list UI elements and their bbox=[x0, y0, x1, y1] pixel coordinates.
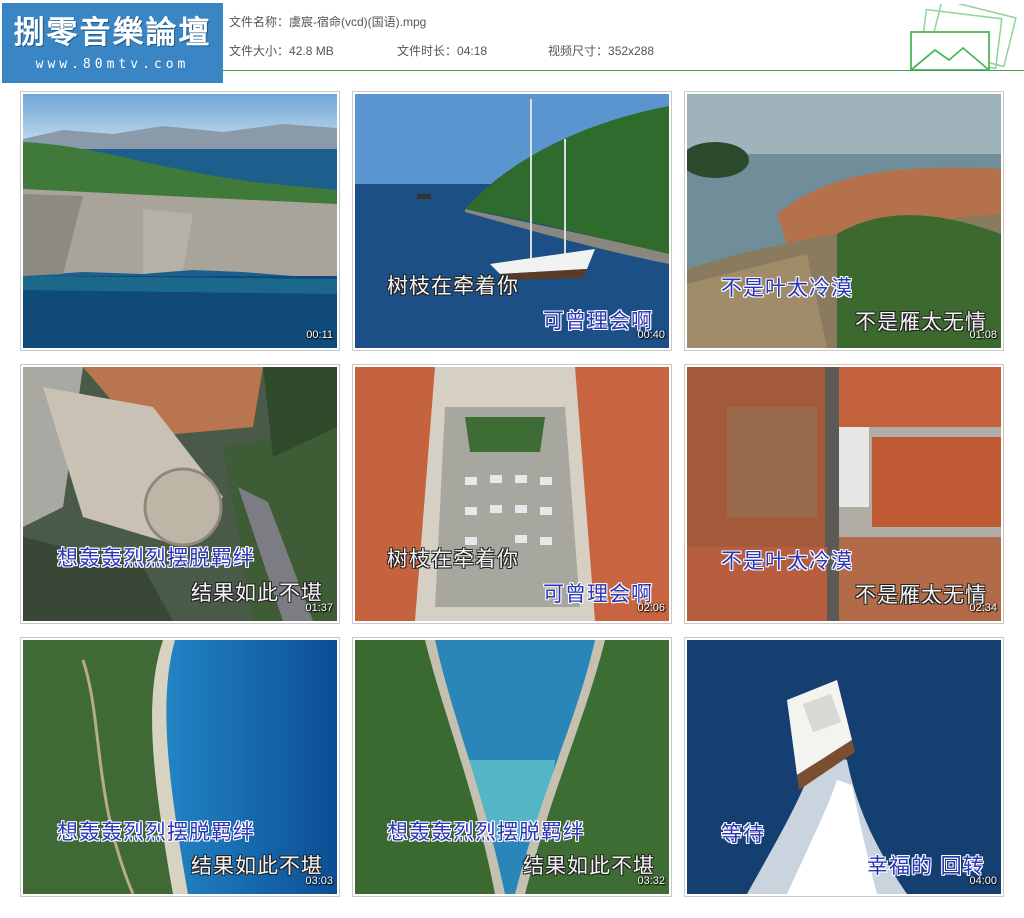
file-size-label: 文件大小： bbox=[229, 44, 290, 58]
logo-url: www.80mtv.com bbox=[35, 56, 190, 72]
video-frame: 想轰轰烈烈摆脱羁绊 结果如此不堪 01:37 bbox=[23, 367, 337, 621]
lyric-line-1: 想轰轰烈烈摆脱羁绊 bbox=[57, 820, 255, 844]
thumbnail-2[interactable]: 树枝在牵着你 可曾理会啊 00:40 bbox=[352, 91, 672, 351]
thumbnail-1[interactable]: 00:11 bbox=[20, 91, 340, 351]
lyric-line-2: 结果如此不堪 bbox=[191, 854, 323, 878]
lyric-line-1: 想轰轰烈烈摆脱羁绊 bbox=[57, 546, 255, 570]
thumbnail-4[interactable]: 想轰轰烈烈摆脱羁绊 结果如此不堪 01:37 bbox=[20, 364, 340, 624]
lyric-line-2: 幸福的 回转 bbox=[867, 854, 985, 878]
thumbnail-8[interactable]: 想轰轰烈烈摆脱羁绊 结果如此不堪 03:32 bbox=[352, 637, 672, 897]
logo-title: 捌零音樂論壇 bbox=[13, 14, 212, 51]
lyric-line-1: 不是叶太冷漠 bbox=[721, 549, 853, 573]
timestamp: 01:37 bbox=[305, 602, 333, 614]
timestamp: 02:06 bbox=[637, 602, 665, 614]
scene-image bbox=[23, 94, 337, 348]
timestamp: 04:00 bbox=[969, 875, 997, 887]
lyric-line-1: 树枝在牵着你 bbox=[387, 274, 519, 298]
lyric-line-2: 结果如此不堪 bbox=[523, 854, 655, 878]
timestamp: 01:08 bbox=[969, 329, 997, 341]
picture-frames-icon bbox=[910, 4, 1017, 71]
video-frame: 想轰轰烈烈摆脱羁绊 结果如此不堪 03:03 bbox=[23, 640, 337, 894]
site-logo: 捌零音樂論壇 www.80mtv.com bbox=[2, 3, 223, 83]
dimensions-value: 352x288 bbox=[608, 44, 655, 58]
duration-info: 文件时长：04:18 bbox=[397, 42, 487, 59]
file-name-info: 文件名称：虞宸-宿命(vcd)(国语).mpg bbox=[229, 13, 426, 30]
lyric-line-1: 树枝在牵着你 bbox=[387, 547, 519, 571]
video-frame: 等待 幸福的 回转 04:00 bbox=[687, 640, 1001, 894]
duration-value: 04:18 bbox=[457, 44, 488, 58]
lyric-line-1: 等待 bbox=[721, 822, 765, 846]
video-frame: 树枝在牵着你 可曾理会啊 00:40 bbox=[355, 94, 669, 348]
video-frame: 树枝在牵着你 可曾理会啊 02:06 bbox=[355, 367, 669, 621]
file-name-label: 文件名称： bbox=[229, 15, 290, 29]
duration-label: 文件时长： bbox=[397, 44, 458, 58]
thumbnail-6[interactable]: 不是叶太冷漠 不是雁太无情 02:34 bbox=[684, 364, 1004, 624]
file-size-info: 文件大小：42.8 MB bbox=[229, 42, 334, 59]
video-frame: 00:11 bbox=[23, 94, 337, 348]
file-name-value: 虞宸-宿命(vcd)(国语).mpg bbox=[289, 15, 427, 29]
thumbnail-5[interactable]: 树枝在牵着你 可曾理会啊 02:06 bbox=[352, 364, 672, 624]
lyric-line-2: 不是雁太无情 bbox=[855, 310, 987, 334]
timestamp: 00:11 bbox=[306, 329, 333, 341]
lyric-line-2: 结果如此不堪 bbox=[191, 581, 323, 605]
lyric-line-1: 想轰轰烈烈摆脱羁绊 bbox=[387, 820, 585, 844]
dimensions-label: 视频尺寸： bbox=[548, 44, 609, 58]
timestamp: 03:32 bbox=[637, 875, 665, 887]
lyric-line-1: 不是叶太冷漠 bbox=[721, 276, 853, 300]
timestamp: 02:34 bbox=[969, 602, 997, 614]
video-frame: 不是叶太冷漠 不是雁太无情 01:08 bbox=[687, 94, 1001, 348]
thumbnail-3[interactable]: 不是叶太冷漠 不是雁太无情 01:08 bbox=[684, 91, 1004, 351]
header-divider bbox=[223, 70, 1024, 71]
timestamp: 03:03 bbox=[305, 875, 333, 887]
video-frame: 不是叶太冷漠 不是雁太无情 02:34 bbox=[687, 367, 1001, 621]
thumbnail-7[interactable]: 想轰轰烈烈摆脱羁绊 结果如此不堪 03:03 bbox=[20, 637, 340, 897]
lyric-line-2: 不是雁太无情 bbox=[855, 583, 987, 607]
dimensions-info: 视频尺寸：352x288 bbox=[548, 42, 654, 59]
timestamp: 00:40 bbox=[637, 329, 665, 341]
file-size-value: 42.8 MB bbox=[289, 44, 334, 58]
video-frame: 想轰轰烈烈摆脱羁绊 结果如此不堪 03:32 bbox=[355, 640, 669, 894]
thumbnail-9[interactable]: 等待 幸福的 回转 04:00 bbox=[684, 637, 1004, 897]
